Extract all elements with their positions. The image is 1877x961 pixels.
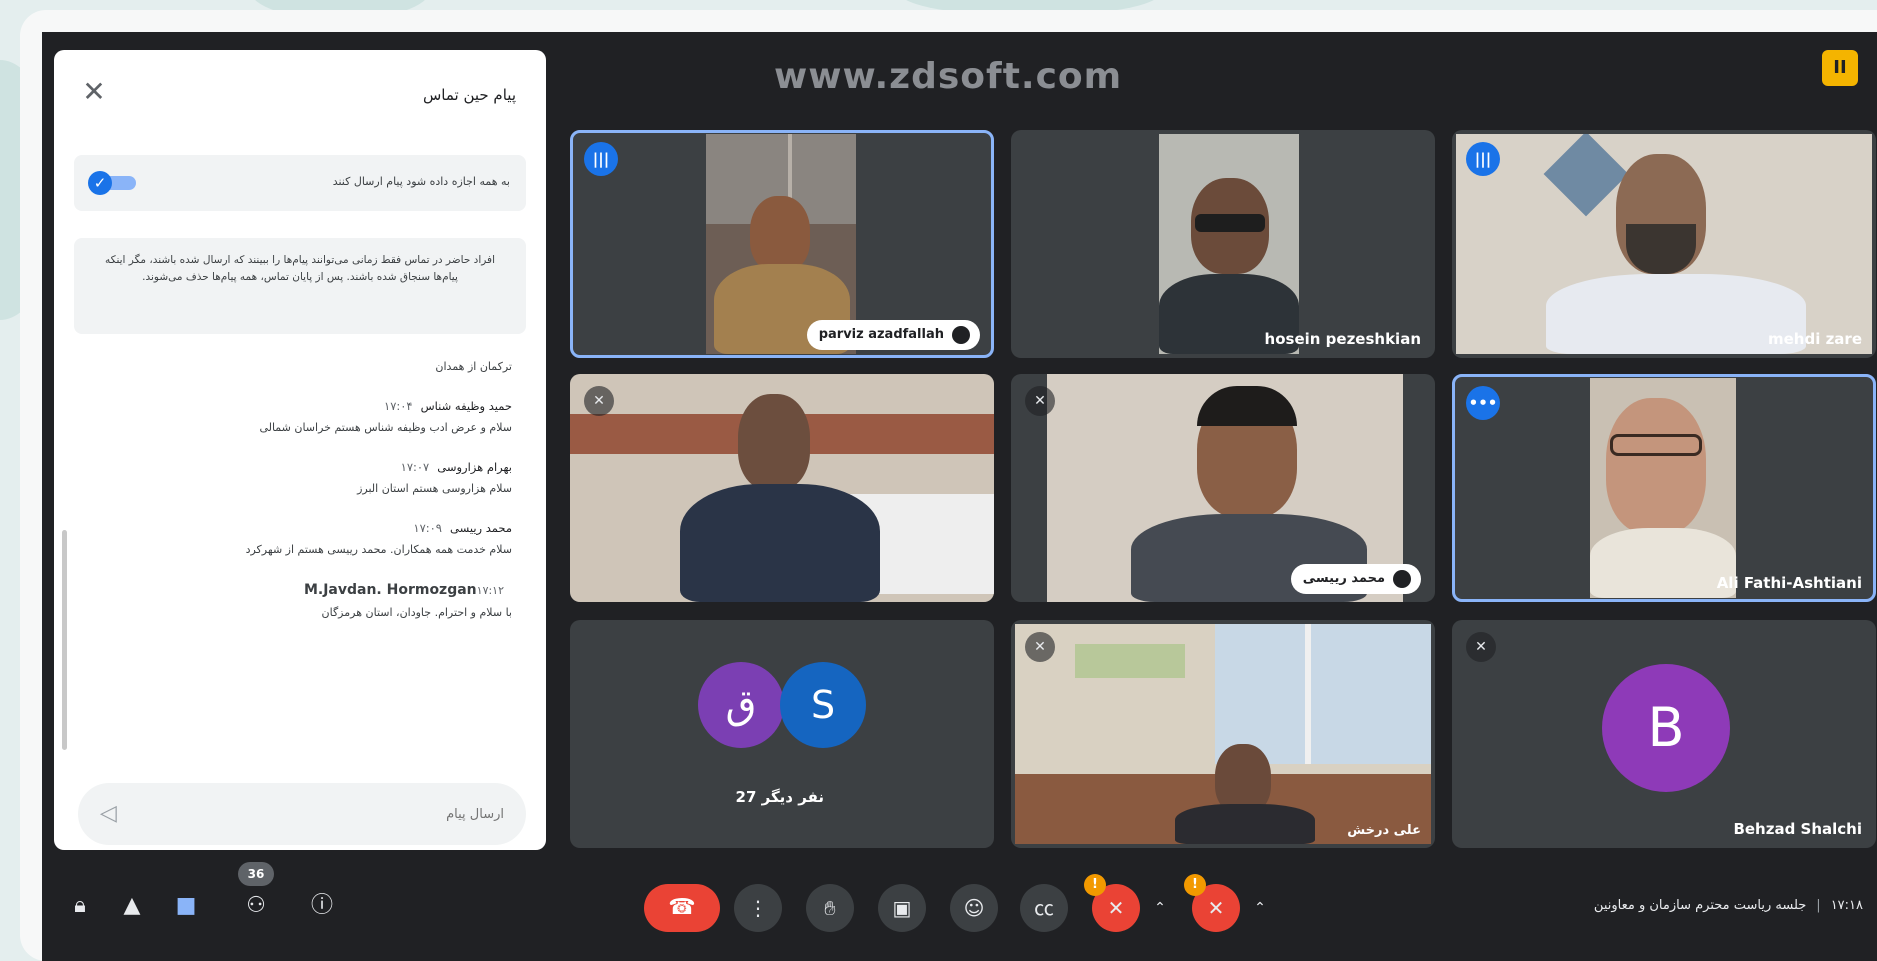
camera-warning-icon: ! [1084, 874, 1106, 896]
allow-messages-label: به همه اجازه داده شود پیام ارسال کنند [332, 175, 510, 188]
message-text: ترکمان از همدان [435, 360, 512, 373]
participant-name-text: parviz azadfallah [818, 327, 944, 342]
participant-video [1456, 134, 1872, 354]
participant-video [1159, 134, 1299, 354]
participant-name: علی درخش [1347, 823, 1421, 838]
participant-name-text: محمد رییسی [1302, 571, 1385, 586]
message-compose: ◁ [78, 783, 526, 845]
chat-message: حمید وظیفه شناس ۱۷:۰۴ سلام و عرض ادب وظیف… [74, 399, 526, 434]
participant-name: hosein pezeshkian [1264, 330, 1421, 348]
reactions-button[interactable]: ☺ [950, 884, 998, 932]
pin-icon [1393, 570, 1411, 588]
participant-tile[interactable]: ✕ B Behzad Shalchi [1452, 620, 1876, 848]
mic-off-icon: ✕ [1466, 632, 1496, 662]
meeting-info: ۱۷:۱۸ | جلسه ریاست محترم سازمان و معاونین [1594, 898, 1863, 913]
chat-message: M.Javdan. Hormozgan۱۷:۱۲ با سلام و احترا… [74, 582, 526, 619]
participant-name: Behzad Shalchi [1733, 820, 1862, 838]
participant-video [1015, 624, 1431, 844]
watermark: www.zdsoft.com [774, 56, 1123, 97]
lock-icon[interactable]: 🔒︎ [60, 886, 100, 926]
message-text: سلام هزاروسی هستم استان البرز [357, 482, 512, 495]
message-text: سلام خدمت همه همکاران. محمد رییسی هستم ا… [245, 543, 512, 556]
allow-messages-row: ✓ به همه اجازه داده شود پیام ارسال کنند [74, 155, 526, 211]
more-options-icon[interactable]: ••• [1466, 386, 1500, 420]
participant-tile[interactable]: ✕ محمد رییسی [1011, 374, 1435, 602]
mic-options-chevron-icon[interactable]: ⌃ [1250, 898, 1270, 918]
chat-messages: ترکمان از همدان حمید وظیفه شناس ۱۷:۰۴ سلا… [74, 360, 526, 645]
message-header: حمید وظیفه شناس ۱۷:۰۴ [74, 399, 512, 413]
message-time: ۱۷:۱۲ [476, 584, 504, 597]
pin-icon [952, 326, 970, 344]
message-sender: حمید وظیفه شناس [420, 399, 512, 413]
participant-tile[interactable]: ••• Ali Fathi-Ashtiani [1452, 374, 1876, 602]
message-text: سلام و عرض ادب وظیفه شناس هستم خراسان شم… [259, 421, 512, 434]
message-header: محمد رییسی ۱۷:۰۹ [74, 521, 512, 535]
meeting-window: ✕ پیام حین تماس ✓ به همه اجازه داده شود … [42, 32, 1877, 961]
app-logo: II [1822, 50, 1858, 86]
people-count-badge: 36 [238, 862, 274, 886]
chat-title: پیام حین تماس [422, 86, 516, 104]
participant-name: محمد رییسی [1290, 564, 1421, 594]
send-icon[interactable]: ◁ [100, 801, 117, 826]
message-text: با سلام و احترام. جاودان، استان هرمزگان [321, 606, 512, 619]
info-icon[interactable]: ⓘ [302, 886, 342, 926]
participant-name: Ali Fathi-Ashtiani [1716, 574, 1862, 592]
chat-icon[interactable]: ■ [166, 886, 206, 926]
end-call-button[interactable]: ☎ [644, 884, 720, 932]
participant-tile[interactable]: ق S 27 نفر دیگر [570, 620, 994, 848]
mic-off-icon: ✕ [1025, 386, 1055, 416]
message-time: ۱۷:۰۷ [400, 460, 430, 474]
message-sender: M.Javdan. Hormozgan [303, 582, 477, 598]
participant-name: parviz azadfallah [806, 320, 980, 350]
participant-tile[interactable]: ||| parviz azadfallah [570, 130, 994, 358]
message-header: بهرام هزاروسی ۱۷:۰۷ [74, 460, 512, 474]
chat-message: محمد رییسی ۱۷:۰۹ سلام خدمت همه همکاران. م… [74, 521, 526, 556]
participant-tile[interactable]: ✕ [570, 374, 994, 602]
participant-tile[interactable]: ✕ علی درخش [1011, 620, 1435, 848]
message-time: ۱۷:۰۴ [384, 399, 413, 413]
participant-name: mehdi zare [1767, 330, 1862, 348]
participant-tile[interactable]: ||| mehdi zare [1452, 130, 1876, 358]
speaking-icon: ||| [1466, 142, 1500, 176]
meeting-title: جلسه ریاست محترم سازمان و معاونین [1593, 898, 1807, 913]
meeting-time: ۱۷:۱۸ [1830, 898, 1863, 913]
message-sender: بهرام هزاروسی [437, 460, 512, 474]
close-icon[interactable]: ✕ [80, 78, 108, 106]
participant-tile[interactable]: hosein pezeshkian [1011, 130, 1435, 358]
activities-icon[interactable]: ▲ [112, 886, 152, 926]
camera-options-chevron-icon[interactable]: ⌃ [1150, 898, 1170, 918]
present-screen-button[interactable]: ▣ [878, 884, 926, 932]
avatar: B [1602, 664, 1730, 792]
speaking-icon: ||| [584, 142, 618, 176]
people-icon[interactable]: ⚇ [236, 886, 276, 926]
participant-video [1590, 378, 1736, 598]
more-options-button[interactable]: ⋮ [734, 884, 782, 932]
chat-notice: افراد حاضر در تماس فقط زمانی می‌توانند پ… [74, 238, 526, 334]
mic-off-icon: ✕ [584, 386, 614, 416]
mic-warning-icon: ! [1184, 874, 1206, 896]
message-time: ۱۷:۰۹ [413, 521, 442, 535]
check-icon: ✓ [88, 171, 112, 195]
message-sender: محمد رییسی [450, 521, 512, 535]
others-count-label: 27 نفر دیگر [735, 788, 824, 806]
chat-panel: ✕ پیام حین تماس ✓ به همه اجازه داده شود … [54, 50, 546, 850]
chat-scrollbar[interactable] [62, 530, 67, 750]
avatar: ق [698, 662, 784, 748]
message-input[interactable] [164, 801, 504, 827]
chat-message: ترکمان از همدان [74, 360, 526, 373]
chat-message: بهرام هزاروسی ۱۷:۰۷ سلام هزاروسی هستم است… [74, 460, 526, 495]
captions-button[interactable]: ㏄ [1020, 884, 1068, 932]
mic-off-icon: ✕ [1025, 632, 1055, 662]
allow-messages-toggle[interactable]: ✓ [88, 171, 138, 195]
participant-video [570, 374, 994, 602]
message-header: M.Javdan. Hormozgan۱۷:۱۲ [74, 582, 512, 598]
avatar: S [780, 662, 866, 748]
raise-hand-button[interactable]: ✋︎ [806, 884, 854, 932]
divider: | [1816, 898, 1821, 913]
